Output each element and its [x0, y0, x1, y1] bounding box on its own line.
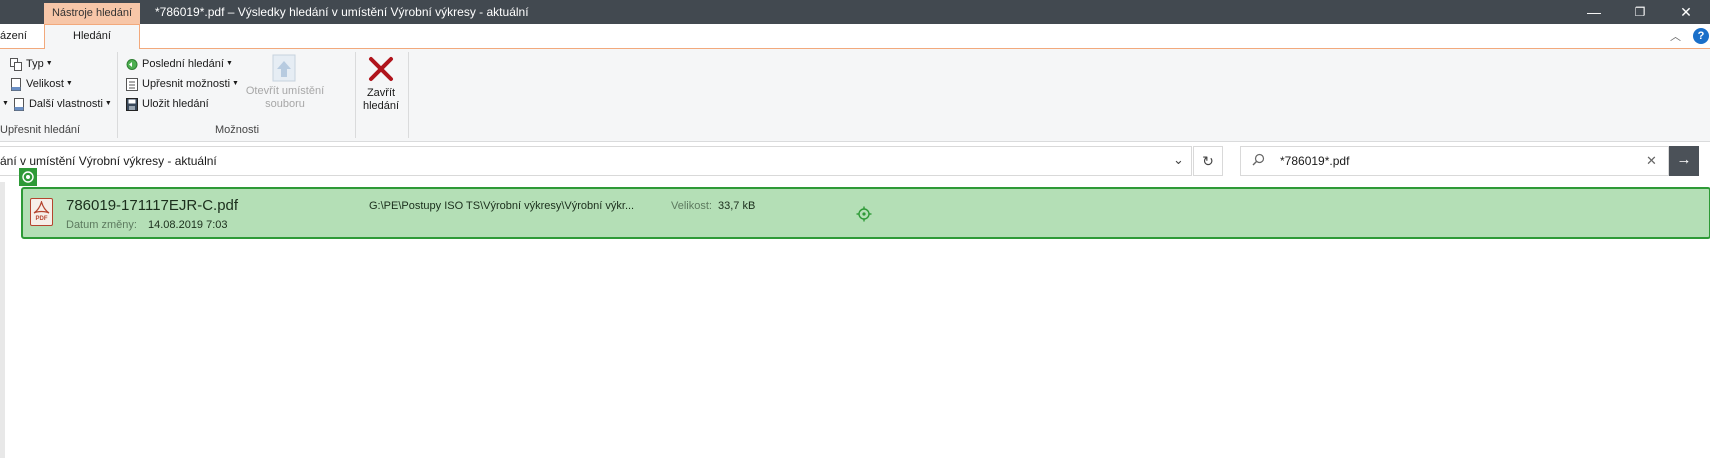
more-properties-dropdown[interactable]: ▼ Další vlastnosti ▼	[0, 95, 112, 113]
group-label-refine: Upřesnit hledání	[0, 124, 81, 136]
crosshair-icon	[856, 206, 872, 222]
date-modified-label: Datum změny:	[66, 219, 137, 231]
minimize-button[interactable]: —	[1571, 0, 1617, 24]
save-search-button[interactable]: Uložit hledání	[126, 95, 209, 113]
ribbon-separator	[408, 52, 409, 138]
refresh-icon: ↻	[1202, 153, 1214, 169]
address-bar-text: ání v umístění Výrobní výkresy - aktuáln…	[0, 154, 217, 168]
tab-partial[interactable]: ázení	[0, 24, 27, 48]
advanced-options-dropdown[interactable]: Upřesnit možnosti ▼	[126, 75, 239, 93]
size-label: Velikost:	[671, 200, 712, 212]
open-file-location-button[interactable]: Otevřít umístění souboru	[244, 53, 326, 111]
open-location-label-line2: souboru	[265, 98, 305, 110]
chevron-down-icon: ▼	[104, 100, 112, 108]
result-path: G:\PE\Postupy ISO TS\Výrobní výkresy\Výr…	[369, 200, 635, 212]
pdf-file-icon: PDF	[30, 198, 53, 226]
open-location-icon	[272, 54, 296, 82]
navigation-pane-edge	[0, 182, 5, 458]
maximize-button[interactable]: ❐	[1617, 0, 1663, 24]
pdf-icon-label: PDF	[35, 216, 48, 222]
type-icon	[10, 57, 22, 71]
date-modified-value: 14.08.2019 7:03	[148, 219, 228, 231]
advanced-options-icon	[126, 77, 138, 91]
chevron-down-icon: ▼	[45, 60, 53, 68]
type-dropdown[interactable]: Typ ▼	[10, 55, 53, 73]
more-properties-label: Další vlastnosti	[28, 98, 103, 110]
close-search-label-line2: hledání	[362, 100, 400, 112]
properties-icon	[13, 97, 24, 111]
close-search-button[interactable]: Zavřít hledání	[358, 55, 404, 113]
recent-searches-label: Poslední hledání	[142, 58, 224, 70]
search-go-button[interactable]: →	[1669, 146, 1699, 176]
tab-search[interactable]: Hledání	[44, 24, 140, 49]
ribbon-separator	[355, 52, 356, 138]
chevron-down-icon: ▼	[65, 80, 73, 88]
search-icon	[1252, 153, 1265, 169]
recent-search-icon	[126, 58, 138, 70]
context-tab-search-tools[interactable]: Nástroje hledání	[44, 3, 140, 24]
advanced-options-label: Upřesnit možnosti	[142, 78, 231, 90]
save-search-label: Uložit hledání	[142, 98, 209, 110]
size-icon	[11, 77, 21, 91]
ribbon-separator	[117, 52, 118, 138]
open-location-label-line1: Otevřít umístění	[245, 85, 325, 97]
chevron-down-icon: ▼	[225, 60, 233, 68]
window-title: *786019*.pdf – Výsledky hledání v umístě…	[155, 5, 529, 19]
target-icon	[22, 171, 34, 183]
floppy-disk-icon	[126, 97, 138, 111]
type-label: Typ	[26, 58, 44, 70]
size-dropdown[interactable]: Velikost ▼	[10, 75, 73, 93]
collapse-ribbon-icon[interactable]: ︿	[1670, 28, 1681, 44]
chevron-down-icon: ▼	[2, 100, 9, 108]
refresh-button[interactable]: ↻	[1193, 146, 1223, 176]
ribbon-tab-row	[0, 24, 1710, 49]
size-value: 33,7 kB	[718, 200, 756, 212]
recent-searches-dropdown[interactable]: Poslední hledání ▼	[126, 55, 233, 73]
help-icon[interactable]: ?	[1693, 28, 1709, 44]
close-search-label-line1: Zavřít	[366, 87, 396, 99]
target-badge	[19, 168, 37, 186]
close-x-icon	[369, 57, 393, 81]
chevron-down-icon: ▼	[232, 80, 239, 88]
close-window-button[interactable]: ✕	[1663, 0, 1709, 24]
chevron-down-icon[interactable]: ⌄	[1173, 152, 1184, 168]
size-label: Velikost	[26, 78, 64, 90]
result-filename[interactable]: 786019-171117EJR-C.pdf	[66, 197, 238, 214]
search-input[interactable]: *786019*.pdf	[1280, 154, 1349, 168]
clear-search-icon[interactable]: ✕	[1646, 153, 1657, 169]
arrow-right-icon: →	[1676, 151, 1692, 168]
group-label-options: Možnosti	[215, 124, 260, 136]
